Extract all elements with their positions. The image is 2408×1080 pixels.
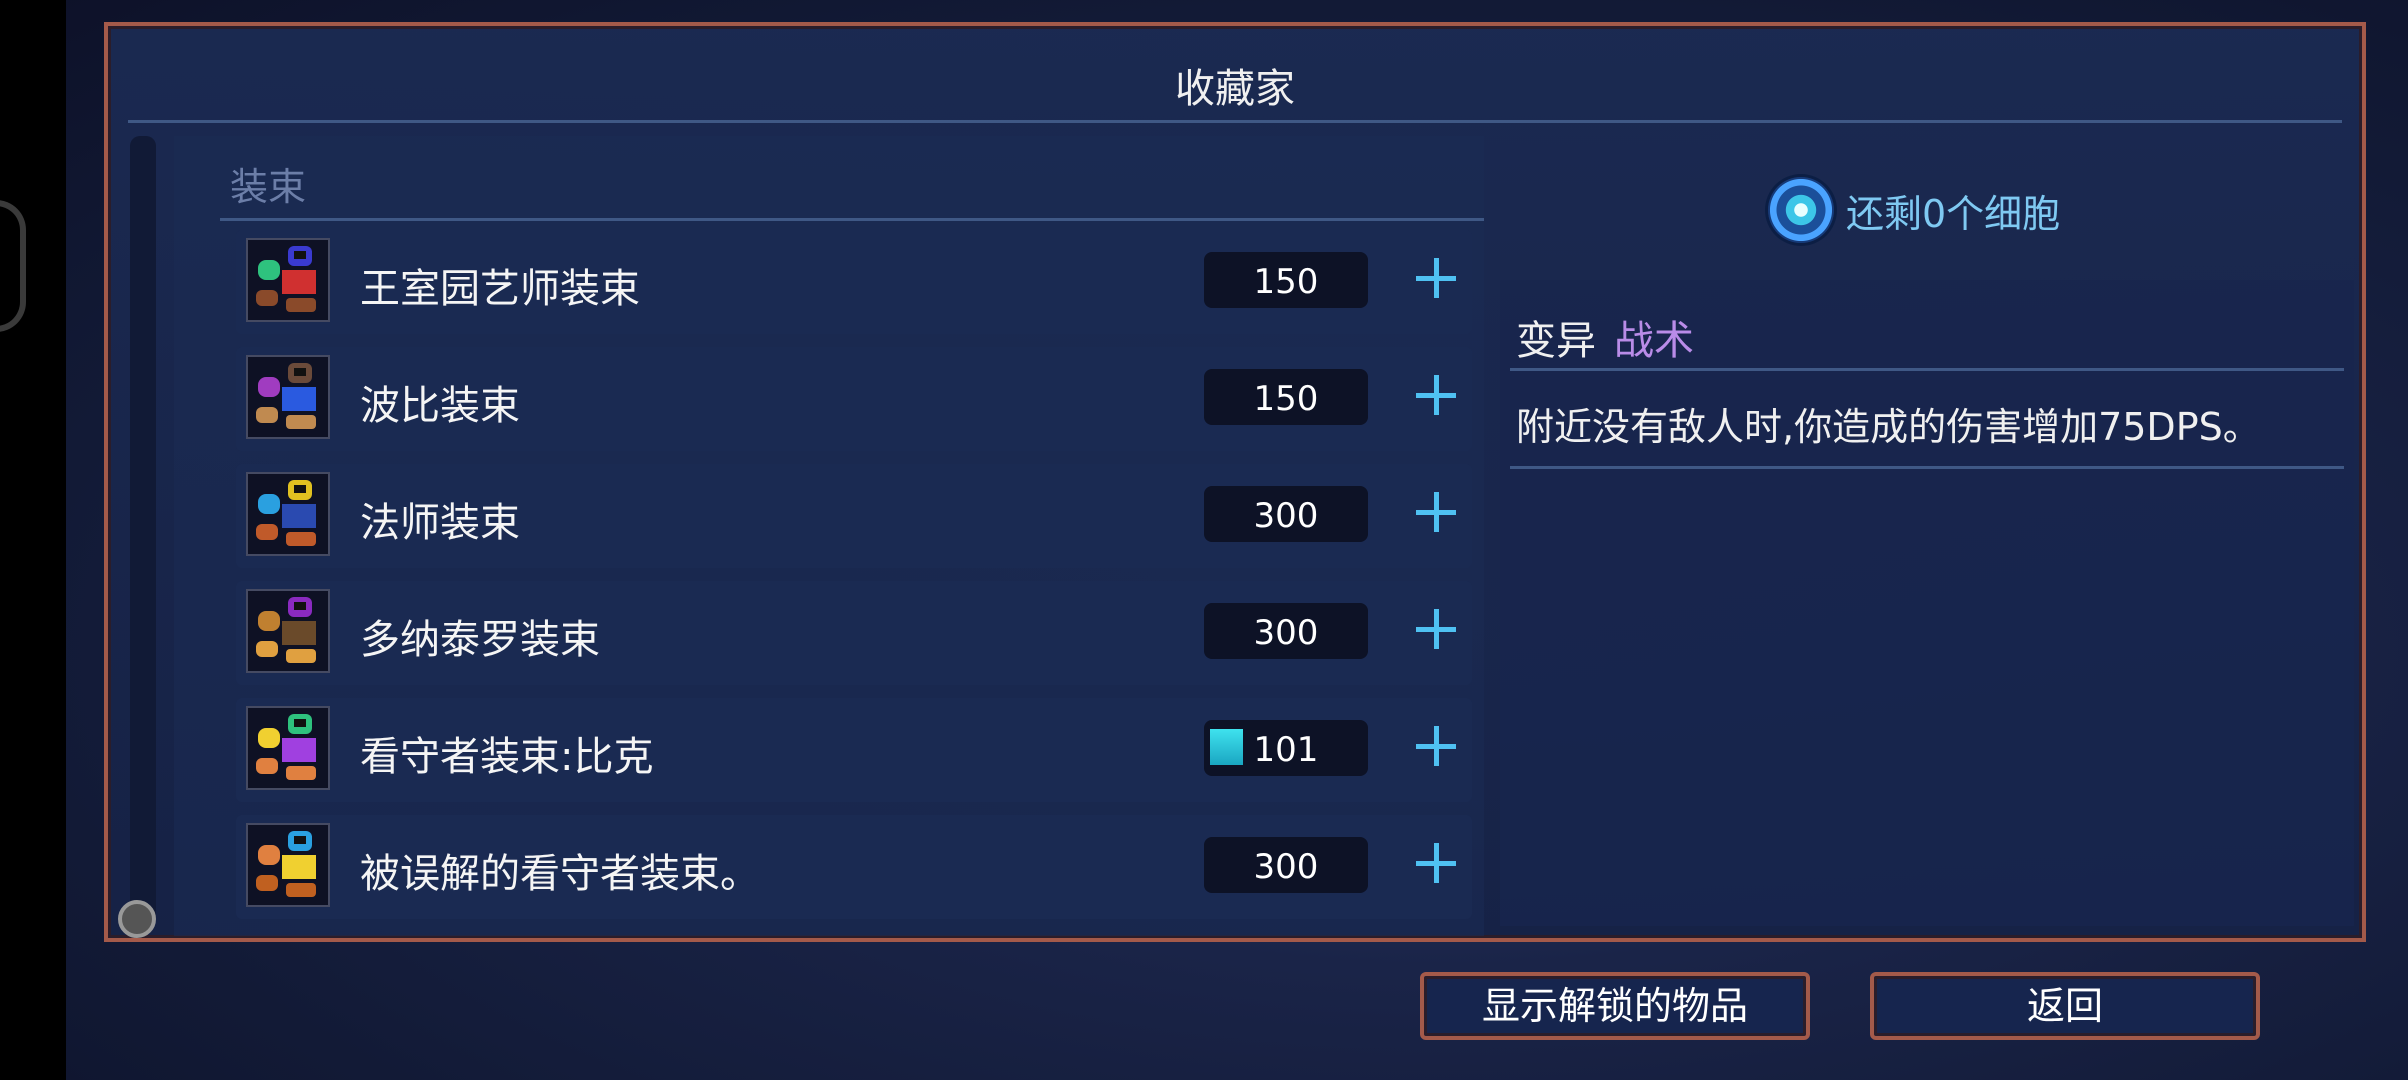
outfit-icon: [246, 706, 330, 790]
cell-icon: [1768, 177, 1834, 243]
invest-plus-icon[interactable]: [1416, 492, 1456, 532]
outfit-row[interactable]: 波比装束 150: [236, 347, 1472, 451]
cost-box: 150: [1204, 252, 1368, 308]
cost-value: 101: [1253, 730, 1319, 770]
cell-counter: 还剩0个细胞: [1768, 170, 2060, 250]
outfit-name: 法师装束: [360, 500, 520, 546]
cost-value: 300: [1253, 613, 1319, 653]
outfit-icon: [246, 589, 330, 673]
cost-box: 300: [1204, 603, 1368, 659]
detail-divider-bottom: [1510, 466, 2344, 469]
invest-plus-icon[interactable]: [1416, 609, 1456, 649]
detail-type: 变异: [1516, 318, 1596, 364]
cost-box: 101: [1204, 720, 1368, 776]
outfit-name: 波比装束: [360, 383, 520, 429]
cost-value: 300: [1253, 496, 1319, 536]
outfit-icon: [246, 823, 330, 907]
invest-plus-icon[interactable]: [1416, 375, 1456, 415]
cost-value: 150: [1253, 379, 1319, 419]
hexagon-fragment-icon: [0, 200, 26, 332]
cost-box: 300: [1204, 837, 1368, 893]
invest-plus-icon[interactable]: [1416, 726, 1456, 766]
outfit-name: 多纳泰罗装束: [360, 617, 600, 663]
cost-box: 300: [1204, 486, 1368, 542]
outfit-row[interactable]: 法师装束 300: [236, 464, 1472, 568]
outfit-row[interactable]: 看守者装束:比克 101: [236, 698, 1472, 802]
outfit-row[interactable]: 王室园艺师装束 150: [236, 230, 1472, 334]
panel-title: 收藏家: [1175, 66, 1295, 112]
invest-plus-icon[interactable]: [1416, 843, 1456, 883]
outfit-icon: [246, 355, 330, 439]
detail-panel: 变异 战术 附近没有敌人时,你造成的伤害增加75DPS。: [1500, 280, 2354, 926]
outfit-icon: [246, 472, 330, 556]
detail-description: 附近没有敌人时,你造成的伤害增加75DPS。: [1516, 405, 2261, 449]
outfit-name: 看守者装束:比克: [360, 734, 654, 780]
outfit-row[interactable]: 被误解的看守者装束。 300: [236, 815, 1472, 919]
cost-value: 300: [1253, 847, 1319, 887]
detail-divider-top: [1510, 368, 2344, 371]
detail-header: 变异 战术: [1516, 308, 1694, 366]
outfit-row[interactable]: 多纳泰罗装束 300: [236, 581, 1472, 685]
title-divider: [128, 120, 2342, 123]
outfit-icon: [246, 238, 330, 322]
device-edge: [0, 0, 66, 1080]
invest-plus-icon[interactable]: [1416, 258, 1456, 298]
collector-panel: 收藏家 装束 王室园艺师装束 150 波比装束 150 法师装束 300 多纳泰罗装束 300…: [104, 22, 2366, 942]
cost-box: 150: [1204, 369, 1368, 425]
scrollbar-track[interactable]: [130, 136, 156, 926]
back-button[interactable]: 返回: [1870, 972, 2260, 1040]
show-unlocked-button[interactable]: 显示解锁的物品: [1420, 972, 1810, 1040]
detail-category: 战术: [1614, 318, 1694, 364]
cost-value: 150: [1253, 262, 1319, 302]
scroll-knob[interactable]: [118, 900, 156, 938]
section-divider: [220, 218, 1484, 221]
outfit-name: 王室园艺师装束: [360, 266, 640, 312]
cell-counter-text: 还剩0个细胞: [1846, 191, 2061, 236]
section-label: 装束: [230, 165, 307, 209]
outfit-name: 被误解的看守者装束。: [360, 851, 760, 897]
